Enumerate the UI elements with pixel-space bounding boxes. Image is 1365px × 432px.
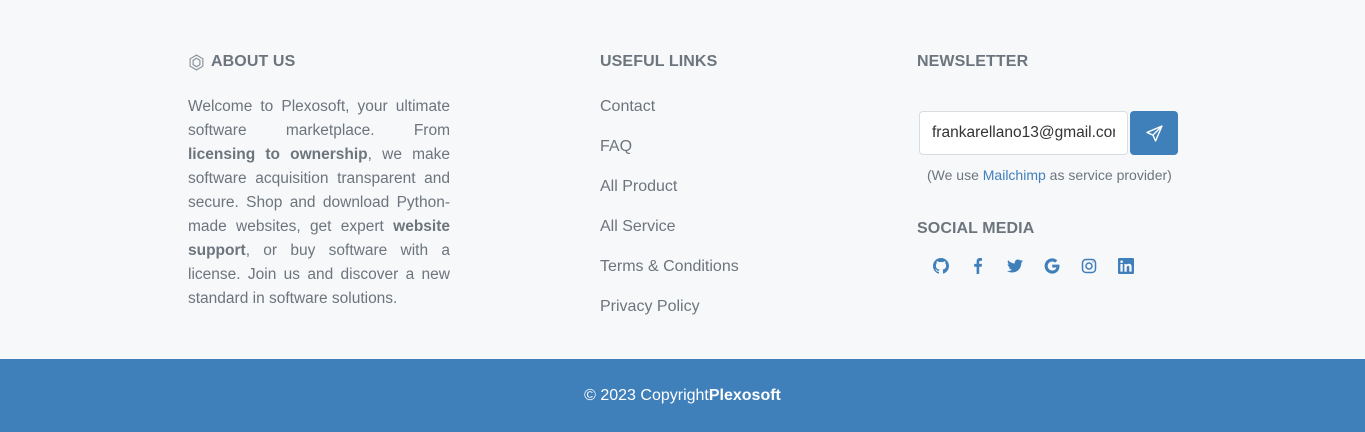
about-text-1: Welcome to Plexosoft, your ultimate soft… (188, 98, 450, 139)
instagram-link[interactable] (1079, 256, 1099, 276)
list-item: FAQ (600, 135, 739, 175)
provider-prefix: (We use (927, 167, 983, 183)
google-icon (1044, 258, 1060, 274)
useful-links-heading: USEFUL LINKS (600, 53, 718, 70)
brand-name: Plexosoft (708, 386, 781, 404)
link-all-product[interactable]: All Product (600, 178, 677, 195)
provider-suffix: as service provider) (1045, 167, 1172, 183)
instagram-icon (1081, 258, 1097, 274)
list-item: All Product (600, 175, 739, 215)
google-link[interactable] (1042, 256, 1062, 276)
copyright-bar: © 2023 Copyright Plexosoft (0, 359, 1365, 432)
subscribe-button[interactable] (1130, 111, 1178, 155)
link-contact[interactable]: Contact (600, 98, 655, 115)
list-item: Contact (600, 95, 739, 135)
link-all-service[interactable]: All Service (600, 218, 676, 235)
facebook-icon (974, 258, 982, 274)
github-icon (933, 258, 949, 274)
social-media-heading: SOCIAL MEDIA (917, 220, 1035, 237)
github-link[interactable] (931, 256, 951, 276)
about-heading: ABOUT US (188, 53, 295, 71)
list-item: Terms & Conditions (600, 255, 739, 295)
email-input[interactable] (919, 111, 1128, 155)
provider-note: (We use Mailchimp as service provider) (927, 167, 1172, 183)
newsletter-form (919, 111, 1178, 155)
social-links (931, 256, 1153, 276)
link-faq[interactable]: FAQ (600, 138, 632, 155)
mailchimp-link[interactable]: Mailchimp (983, 167, 1046, 183)
hexagon-icon (188, 53, 205, 71)
about-heading-text: ABOUT US (211, 53, 296, 70)
useful-links-list: Contact FAQ All Product All Service Term… (600, 95, 739, 335)
link-terms-conditions[interactable]: Terms & Conditions (600, 258, 739, 275)
twitter-icon (1007, 259, 1023, 273)
newsletter-heading: NEWSLETTER (917, 53, 1029, 70)
footer-top: ABOUT US Welcome to Plexosoft, your ulti… (0, 0, 1365, 359)
copyright-text: © 2023 Copyright (584, 386, 709, 404)
list-item: All Service (600, 215, 739, 255)
about-description: Welcome to Plexosoft, your ultimate soft… (188, 95, 450, 311)
linkedin-link[interactable] (1116, 256, 1136, 276)
link-privacy-policy[interactable]: Privacy Policy (600, 298, 700, 315)
facebook-link[interactable] (968, 256, 988, 276)
paper-plane-icon (1145, 124, 1163, 142)
about-bold-1: licensing to ownership (188, 146, 368, 163)
list-item: Privacy Policy (600, 295, 739, 335)
twitter-link[interactable] (1005, 256, 1025, 276)
linkedin-icon (1118, 258, 1134, 274)
